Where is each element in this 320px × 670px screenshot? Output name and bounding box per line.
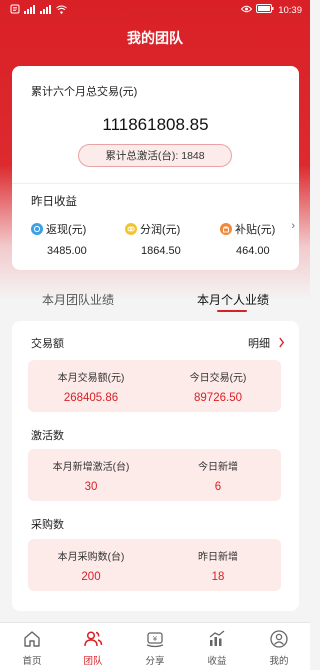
status-bar: 10:39 <box>0 0 310 20</box>
active-tab-indicator <box>217 310 247 312</box>
profit-share-value: 1864.50 <box>141 245 181 257</box>
tab-share[interactable]: ¥ 分享 <box>127 629 183 667</box>
stat-value: 200 <box>81 571 101 583</box>
tab-mine[interactable]: 我的 <box>251 629 307 667</box>
rebate-item[interactable]: 返现(元) 3485.00 <box>31 221 111 257</box>
profile-icon <box>251 629 307 649</box>
stat-value: 6 <box>214 481 222 493</box>
tab-label: 分享 <box>145 656 165 667</box>
stat-label: 今日新增 <box>198 462 238 473</box>
subsidy-label: 补贴(元) <box>235 224 276 236</box>
bottom-tab-bar: 首页 团队 ¥ 分享 收益 我的 <box>0 622 310 670</box>
share-money-icon: ¥ <box>127 629 183 649</box>
signal-icon <box>40 4 52 16</box>
month-purchase-stat: 本月采购数(台) 200 <box>28 548 154 583</box>
tab-team-performance[interactable]: 本月团队业绩 <box>42 291 114 308</box>
rebate-label: 返现(元) <box>46 224 87 236</box>
tab-home[interactable]: 首页 <box>4 629 60 667</box>
month-transaction-stat: 本月交易额(元) 268405.86 <box>28 369 154 404</box>
yesterday-purchase-stat: 昨日新增 18 <box>155 548 281 583</box>
rebate-value: 3485.00 <box>47 245 87 257</box>
today-transaction-stat: 今日交易(元) 89726.50 <box>155 369 281 404</box>
chevron-right-icon <box>279 336 285 351</box>
home-icon <box>4 629 60 649</box>
profit-share-label: 分润(元) <box>140 224 181 236</box>
battery-icon <box>256 4 274 16</box>
stat-label: 本月采购数(台) <box>57 552 125 563</box>
subsidy-value: 464.00 <box>236 245 270 257</box>
tab-income[interactable]: 收益 <box>189 629 245 667</box>
activation-badge: 累计总激活(台): 1848 <box>78 144 232 167</box>
wifi-icon <box>56 5 67 16</box>
stat-value: 89726.50 <box>194 392 242 404</box>
svg-text:¥: ¥ <box>153 635 158 643</box>
stat-label: 本月新增激活(台) <box>52 462 130 473</box>
transaction-stats: 本月交易额(元) 268405.86 今日交易(元) 89726.50 <box>28 360 281 412</box>
detail-label: 明细 <box>248 338 270 350</box>
bar-chart-icon <box>189 629 245 649</box>
subsidy-icon <box>220 223 232 235</box>
month-activation-stat: 本月新增激活(台) 30 <box>28 458 154 493</box>
divider <box>12 183 299 184</box>
page-title: 我的团队 <box>127 30 183 46</box>
profit-share-icon <box>125 223 137 235</box>
tab-label: 团队 <box>83 656 103 667</box>
signal-icon <box>24 4 36 16</box>
detail-link[interactable]: 明细 <box>248 335 285 351</box>
notification-icon <box>10 4 20 16</box>
stat-label: 本月交易额(元) <box>57 373 125 384</box>
tab-personal-performance[interactable]: 本月个人业绩 <box>197 291 269 308</box>
profit-share-item[interactable]: 分润(元) 1864.50 <box>125 221 205 257</box>
stat-label: 今日交易(元) <box>189 373 247 384</box>
activation-title: 激活数 <box>31 430 64 442</box>
tab-team[interactable]: 团队 <box>65 629 121 667</box>
performance-tabs: 本月团队业绩 本月个人业绩 <box>0 285 310 317</box>
activation-stats: 本月新增激活(台) 30 今日新增 6 <box>28 449 281 501</box>
status-time: 10:39 <box>278 4 302 16</box>
six-month-amount: 111861808.85 <box>102 115 209 134</box>
tab-label: 我的 <box>269 656 289 667</box>
purchase-stats: 本月采购数(台) 200 昨日新增 18 <box>28 539 281 591</box>
team-icon <box>65 629 121 649</box>
summary-card: 累计六个月总交易(元) 111861808.85 累计总激活(台): 1848 … <box>12 66 299 270</box>
subsidy-item[interactable]: 补贴(元) 464.00 <box>220 221 300 257</box>
tab-label: 首页 <box>22 656 42 667</box>
six-month-label: 累计六个月总交易(元) <box>31 86 138 98</box>
stat-value: 18 <box>211 571 225 583</box>
purchase-title: 采购数 <box>31 519 64 531</box>
stat-value: 30 <box>84 481 98 493</box>
eye-icon <box>241 5 253 16</box>
yesterday-title: 昨日收益 <box>31 196 77 208</box>
stat-value: 268405.86 <box>63 392 119 404</box>
performance-card: 交易额 明细 本月交易额(元) 268405.86 今日交易(元) 89726.… <box>12 321 299 611</box>
scroll-right-icon[interactable]: › <box>291 220 295 232</box>
today-activation-stat: 今日新增 6 <box>155 458 281 493</box>
rebate-icon <box>31 223 43 235</box>
transaction-title: 交易额 <box>31 338 64 350</box>
tab-label: 收益 <box>207 656 227 667</box>
stat-label: 昨日新增 <box>198 552 238 563</box>
